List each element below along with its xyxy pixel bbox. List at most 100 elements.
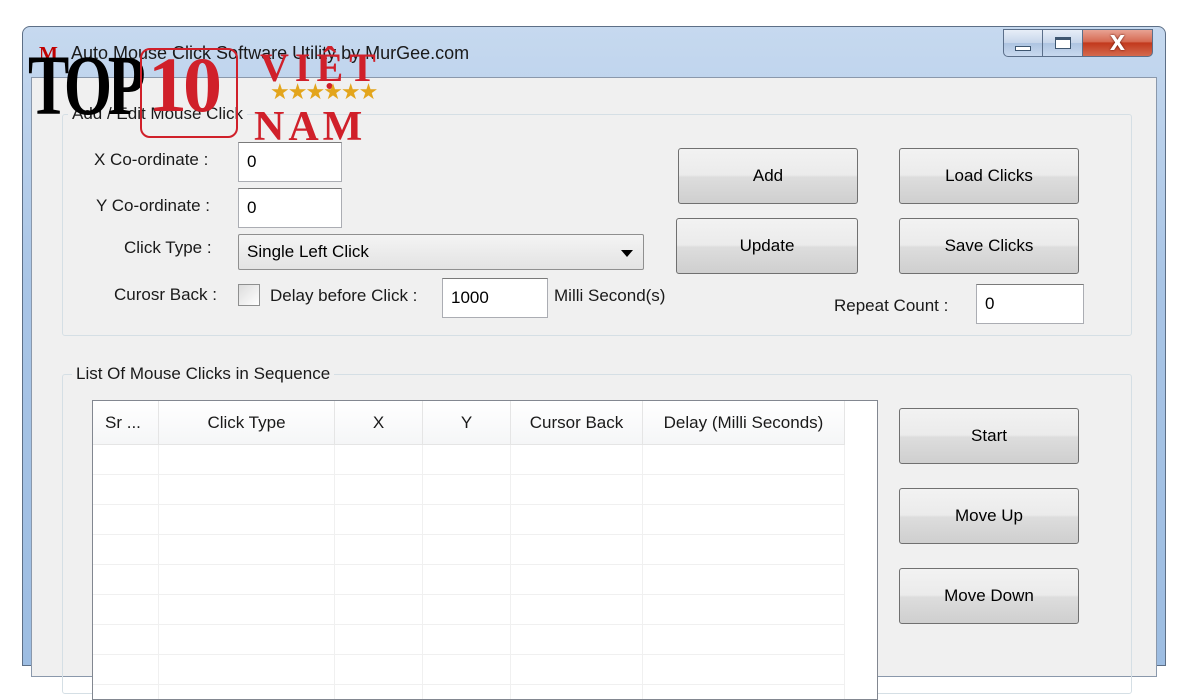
move-up-button[interactable]: Move Up [899, 488, 1079, 544]
window-title: Auto Mouse Click Software Utility by Mur… [71, 43, 470, 63]
table-cell [423, 685, 511, 699]
save-clicks-button[interactable]: Save Clicks [899, 218, 1079, 274]
column-cursor-back[interactable]: Cursor Back [511, 401, 643, 445]
y-coordinate-value: 0 [247, 198, 257, 217]
list-group-title: List Of Mouse Clicks in Sequence [72, 364, 335, 384]
y-coordinate-input[interactable]: 0 [238, 188, 342, 228]
table-cell [335, 595, 423, 625]
title-bar[interactable]: M Auto Mouse Click Software Utility by M… [23, 27, 1165, 77]
close-button[interactable]: X [1083, 29, 1153, 57]
table-cell [511, 625, 643, 655]
add-button[interactable]: Add [678, 148, 858, 204]
table-cell [335, 625, 423, 655]
table-cell [423, 625, 511, 655]
table-cell [423, 595, 511, 625]
table-cell [159, 685, 335, 699]
table-cell [423, 445, 511, 475]
table-cell [159, 655, 335, 685]
table-cell [511, 565, 643, 595]
client-area: Add / Edit Mouse Click X Co-ordinate : 0… [31, 77, 1157, 700]
table-cell [335, 475, 423, 505]
table-cell [93, 595, 159, 625]
table-cell [159, 535, 335, 565]
delay-value: 1000 [451, 288, 489, 307]
table-cell [423, 475, 511, 505]
delay-label: Delay before Click : [270, 286, 418, 305]
start-button[interactable]: Start [899, 408, 1079, 464]
table-row [93, 565, 845, 595]
table-cell [93, 655, 159, 685]
table-cell [93, 505, 159, 535]
table-cell [643, 685, 845, 699]
table-cell [93, 535, 159, 565]
table-cell [511, 445, 643, 475]
column-x[interactable]: X [335, 401, 423, 445]
table-cell [159, 625, 335, 655]
click-type-select[interactable]: Single Left Click [238, 234, 644, 270]
maximize-button[interactable] [1043, 29, 1083, 57]
load-clicks-button[interactable]: Load Clicks [899, 148, 1079, 204]
table-cell [643, 505, 845, 535]
table-cell [159, 475, 335, 505]
table-cell [93, 475, 159, 505]
minimize-button[interactable] [1003, 29, 1043, 57]
repeat-count-value: 0 [985, 294, 995, 313]
click-type-value: Single Left Click [247, 242, 369, 261]
table-cell [423, 655, 511, 685]
table-cell [159, 565, 335, 595]
maximize-icon [1054, 37, 1071, 49]
move-down-button[interactable]: Move Down [899, 568, 1079, 624]
table-cell [511, 475, 643, 505]
table-cell [511, 535, 643, 565]
table-row [93, 625, 845, 655]
close-icon: X [1109, 31, 1126, 55]
table-cell [643, 565, 845, 595]
table-row [93, 475, 845, 505]
table-row [93, 685, 845, 699]
table-cell [643, 475, 845, 505]
mouse-clicks-list[interactable]: Sr ... Click Type X Y Cursor Back Delay … [92, 400, 878, 700]
table-cell [511, 505, 643, 535]
table-cell [643, 595, 845, 625]
delay-unit-label: Milli Second(s) [554, 286, 666, 305]
table-cell [423, 535, 511, 565]
list-header: Sr ... Click Type X Y Cursor Back Delay … [93, 401, 845, 445]
table-cell [511, 685, 643, 699]
table-cell [93, 565, 159, 595]
column-delay[interactable]: Delay (Milli Seconds) [643, 401, 845, 445]
table-cell [335, 505, 423, 535]
repeat-count-input[interactable]: 0 [976, 284, 1084, 324]
table-cell [335, 445, 423, 475]
app-window: M Auto Mouse Click Software Utility by M… [22, 26, 1166, 700]
table-cell [159, 445, 335, 475]
table-cell [643, 625, 845, 655]
x-coordinate-input[interactable]: 0 [238, 142, 342, 182]
table-cell [93, 445, 159, 475]
column-click-type[interactable]: Click Type [159, 401, 335, 445]
caption-buttons: X [1003, 29, 1153, 59]
delay-input[interactable]: 1000 [442, 278, 548, 318]
table-cell [159, 505, 335, 535]
table-row [93, 535, 845, 565]
y-coordinate-label: Y Co-ordinate : [96, 196, 211, 215]
table-cell [93, 685, 159, 699]
table-row [93, 505, 845, 535]
table-cell [335, 565, 423, 595]
table-cell [643, 535, 845, 565]
app-icon: M [39, 43, 58, 65]
table-cell [335, 685, 423, 699]
cursor-back-checkbox[interactable] [238, 284, 260, 306]
table-cell [423, 565, 511, 595]
table-cell [159, 595, 335, 625]
table-cell [643, 655, 845, 685]
x-coordinate-value: 0 [247, 152, 257, 171]
column-y[interactable]: Y [423, 401, 511, 445]
table-row [93, 655, 845, 685]
add-edit-group-title: Add / Edit Mouse Click [68, 104, 248, 124]
table-row [93, 595, 845, 625]
update-button[interactable]: Update [676, 218, 858, 274]
column-sr[interactable]: Sr ... [93, 401, 159, 445]
table-row [93, 445, 845, 475]
table-cell [423, 505, 511, 535]
table-cell [335, 655, 423, 685]
